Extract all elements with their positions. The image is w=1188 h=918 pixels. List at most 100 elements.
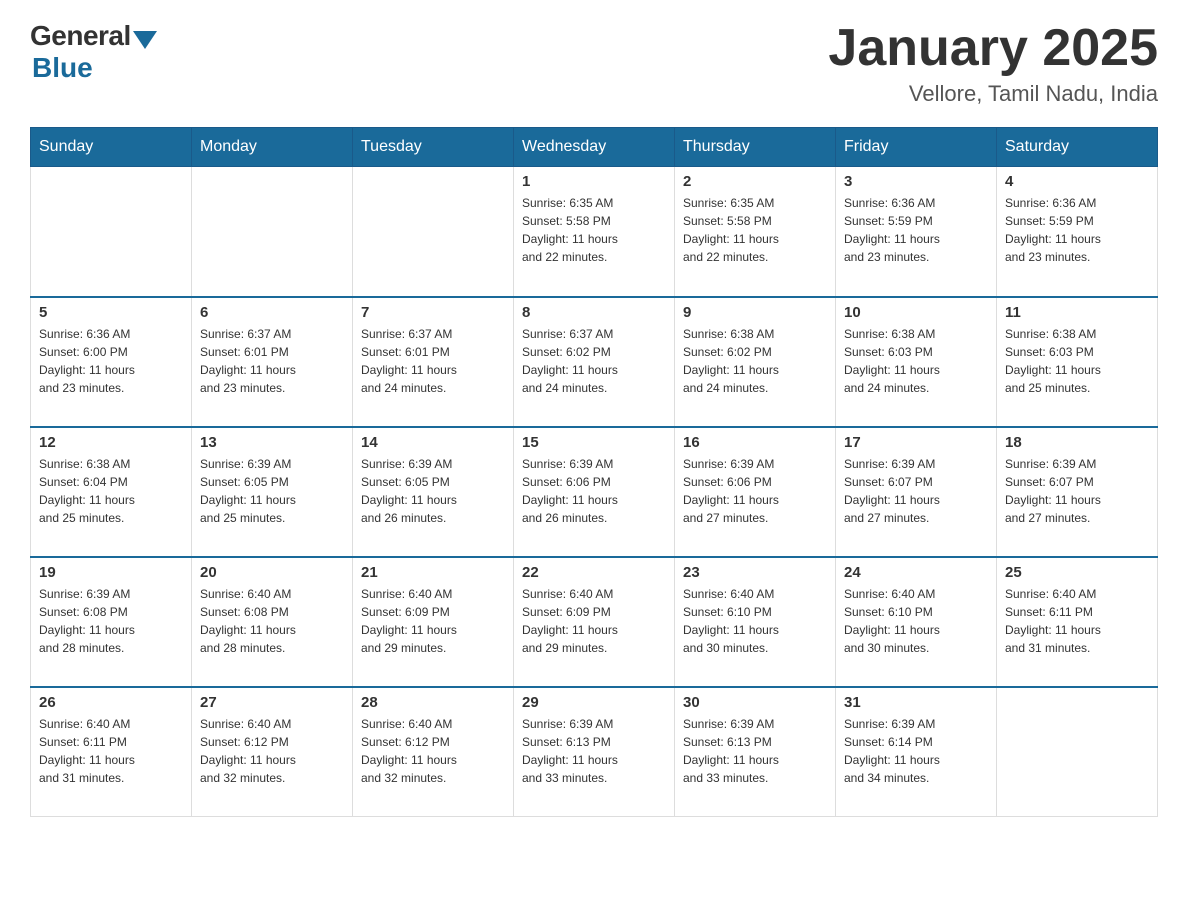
calendar-day-cell: 3 Sunrise: 6:36 AM Sunset: 5:59 PM Daylig… xyxy=(836,167,997,297)
calendar-day-cell: 21Sunrise: 6:40 AM Sunset: 6:09 PM Dayli… xyxy=(353,557,514,687)
calendar-day-cell: 11 Sunrise: 6:38 AM Sunset: 6:03 PM Dayli… xyxy=(997,297,1158,427)
day-info: Sunrise: 6:35 AM Sunset: 5:58 PM Dayligh… xyxy=(683,194,827,266)
day-number: 16 xyxy=(683,434,827,451)
day-info: Sunrise: 6:40 AM Sunset: 6:12 PM Dayligh… xyxy=(361,715,505,787)
day-number: 24 xyxy=(844,564,988,581)
calendar-day-cell: 20 Sunrise: 6:40 AM Sunset: 6:08 PM Dayli… xyxy=(192,557,353,687)
day-number: 31 xyxy=(844,694,988,711)
logo-general-text: General xyxy=(30,20,131,52)
day-of-week-header: Sunday xyxy=(31,128,192,167)
day-number: 17 xyxy=(844,434,988,451)
day-of-week-header: Thursday xyxy=(675,128,836,167)
calendar-day-cell: 24 Sunrise: 6:40 AM Sunset: 6:10 PM Dayli… xyxy=(836,557,997,687)
calendar-header-row: SundayMondayTuesdayWednesdayThursdayFrid… xyxy=(31,128,1158,167)
calendar-table: SundayMondayTuesdayWednesdayThursdayFrid… xyxy=(30,127,1158,817)
day-info: Sunrise: 6:39 AM Sunset: 6:08 PM Dayligh… xyxy=(39,585,183,657)
day-of-week-header: Saturday xyxy=(997,128,1158,167)
calendar-day-cell: 12 Sunrise: 6:38 AM Sunset: 6:04 PM Dayli… xyxy=(31,427,192,557)
calendar-empty-cell xyxy=(353,167,514,297)
calendar-week-row: 12 Sunrise: 6:38 AM Sunset: 6:04 PM Dayli… xyxy=(31,427,1158,557)
day-info: Sunrise: 6:35 AM Sunset: 5:58 PM Dayligh… xyxy=(522,194,666,266)
day-info: Sunrise: 6:37 AM Sunset: 6:01 PM Dayligh… xyxy=(200,325,344,397)
day-info: Sunrise: 6:39 AM Sunset: 6:07 PM Dayligh… xyxy=(1005,455,1149,527)
page-header: General Blue January 2025 Vellore, Tamil… xyxy=(30,20,1158,107)
day-info: Sunrise: 6:38 AM Sunset: 6:02 PM Dayligh… xyxy=(683,325,827,397)
day-of-week-header: Tuesday xyxy=(353,128,514,167)
day-info: Sunrise: 6:38 AM Sunset: 6:03 PM Dayligh… xyxy=(844,325,988,397)
calendar-empty-cell xyxy=(31,167,192,297)
calendar-week-row: 5 Sunrise: 6:36 AM Sunset: 6:00 PM Daylig… xyxy=(31,297,1158,427)
day-info: Sunrise: 6:39 AM Sunset: 6:13 PM Dayligh… xyxy=(522,715,666,787)
calendar-day-cell: 15 Sunrise: 6:39 AM Sunset: 6:06 PM Dayli… xyxy=(514,427,675,557)
calendar-week-row: 1 Sunrise: 6:35 AM Sunset: 5:58 PM Daylig… xyxy=(31,167,1158,297)
calendar-empty-cell xyxy=(192,167,353,297)
calendar-day-cell: 18Sunrise: 6:39 AM Sunset: 6:07 PM Dayli… xyxy=(997,427,1158,557)
title-block: January 2025 Vellore, Tamil Nadu, India xyxy=(828,20,1158,107)
day-info: Sunrise: 6:40 AM Sunset: 6:11 PM Dayligh… xyxy=(1005,585,1149,657)
calendar-empty-cell xyxy=(997,687,1158,817)
day-of-week-header: Friday xyxy=(836,128,997,167)
day-number: 5 xyxy=(39,304,183,321)
day-of-week-header: Monday xyxy=(192,128,353,167)
day-info: Sunrise: 6:38 AM Sunset: 6:04 PM Dayligh… xyxy=(39,455,183,527)
calendar-day-cell: 2 Sunrise: 6:35 AM Sunset: 5:58 PM Daylig… xyxy=(675,167,836,297)
calendar-day-cell: 26 Sunrise: 6:40 AM Sunset: 6:11 PM Dayli… xyxy=(31,687,192,817)
calendar-day-cell: 17Sunrise: 6:39 AM Sunset: 6:07 PM Dayli… xyxy=(836,427,997,557)
day-number: 3 xyxy=(844,173,988,190)
calendar-day-cell: 14Sunrise: 6:39 AM Sunset: 6:05 PM Dayli… xyxy=(353,427,514,557)
calendar-day-cell: 1 Sunrise: 6:35 AM Sunset: 5:58 PM Daylig… xyxy=(514,167,675,297)
day-info: Sunrise: 6:39 AM Sunset: 6:05 PM Dayligh… xyxy=(200,455,344,527)
calendar-day-cell: 23Sunrise: 6:40 AM Sunset: 6:10 PM Dayli… xyxy=(675,557,836,687)
day-number: 12 xyxy=(39,434,183,451)
day-number: 14 xyxy=(361,434,505,451)
calendar-location: Vellore, Tamil Nadu, India xyxy=(828,81,1158,107)
calendar-day-cell: 10 Sunrise: 6:38 AM Sunset: 6:03 PM Dayli… xyxy=(836,297,997,427)
calendar-day-cell: 29 Sunrise: 6:39 AM Sunset: 6:13 PM Dayli… xyxy=(514,687,675,817)
day-number: 10 xyxy=(844,304,988,321)
day-number: 2 xyxy=(683,173,827,190)
day-info: Sunrise: 6:40 AM Sunset: 6:09 PM Dayligh… xyxy=(361,585,505,657)
calendar-day-cell: 8Sunrise: 6:37 AM Sunset: 6:02 PM Daylig… xyxy=(514,297,675,427)
day-info: Sunrise: 6:39 AM Sunset: 6:13 PM Dayligh… xyxy=(683,715,827,787)
day-info: Sunrise: 6:40 AM Sunset: 6:11 PM Dayligh… xyxy=(39,715,183,787)
day-number: 26 xyxy=(39,694,183,711)
day-number: 28 xyxy=(361,694,505,711)
day-number: 15 xyxy=(522,434,666,451)
calendar-day-cell: 9 Sunrise: 6:38 AM Sunset: 6:02 PM Daylig… xyxy=(675,297,836,427)
day-info: Sunrise: 6:37 AM Sunset: 6:02 PM Dayligh… xyxy=(522,325,666,397)
day-info: Sunrise: 6:36 AM Sunset: 6:00 PM Dayligh… xyxy=(39,325,183,397)
day-number: 1 xyxy=(522,173,666,190)
day-number: 4 xyxy=(1005,173,1149,190)
calendar-day-cell: 7Sunrise: 6:37 AM Sunset: 6:01 PM Daylig… xyxy=(353,297,514,427)
day-number: 6 xyxy=(200,304,344,321)
calendar-week-row: 26 Sunrise: 6:40 AM Sunset: 6:11 PM Dayli… xyxy=(31,687,1158,817)
day-info: Sunrise: 6:40 AM Sunset: 6:12 PM Dayligh… xyxy=(200,715,344,787)
day-number: 20 xyxy=(200,564,344,581)
calendar-day-cell: 6 Sunrise: 6:37 AM Sunset: 6:01 PM Daylig… xyxy=(192,297,353,427)
day-info: Sunrise: 6:40 AM Sunset: 6:10 PM Dayligh… xyxy=(844,585,988,657)
day-number: 23 xyxy=(683,564,827,581)
calendar-day-cell: 13 Sunrise: 6:39 AM Sunset: 6:05 PM Dayli… xyxy=(192,427,353,557)
day-number: 7 xyxy=(361,304,505,321)
calendar-day-cell: 27Sunrise: 6:40 AM Sunset: 6:12 PM Dayli… xyxy=(192,687,353,817)
logo-blue-text: Blue xyxy=(32,52,93,84)
calendar-day-cell: 5 Sunrise: 6:36 AM Sunset: 6:00 PM Daylig… xyxy=(31,297,192,427)
calendar-day-cell: 19 Sunrise: 6:39 AM Sunset: 6:08 PM Dayli… xyxy=(31,557,192,687)
calendar-day-cell: 28 Sunrise: 6:40 AM Sunset: 6:12 PM Dayli… xyxy=(353,687,514,817)
day-number: 25 xyxy=(1005,564,1149,581)
day-number: 19 xyxy=(39,564,183,581)
day-number: 11 xyxy=(1005,304,1149,321)
day-number: 29 xyxy=(522,694,666,711)
day-info: Sunrise: 6:40 AM Sunset: 6:08 PM Dayligh… xyxy=(200,585,344,657)
day-number: 13 xyxy=(200,434,344,451)
day-info: Sunrise: 6:36 AM Sunset: 5:59 PM Dayligh… xyxy=(844,194,988,266)
day-number: 9 xyxy=(683,304,827,321)
day-number: 30 xyxy=(683,694,827,711)
logo: General Blue xyxy=(30,20,157,84)
day-info: Sunrise: 6:38 AM Sunset: 6:03 PM Dayligh… xyxy=(1005,325,1149,397)
day-info: Sunrise: 6:40 AM Sunset: 6:09 PM Dayligh… xyxy=(522,585,666,657)
day-info: Sunrise: 6:39 AM Sunset: 6:14 PM Dayligh… xyxy=(844,715,988,787)
calendar-day-cell: 30 Sunrise: 6:39 AM Sunset: 6:13 PM Dayli… xyxy=(675,687,836,817)
day-info: Sunrise: 6:39 AM Sunset: 6:06 PM Dayligh… xyxy=(522,455,666,527)
day-of-week-header: Wednesday xyxy=(514,128,675,167)
